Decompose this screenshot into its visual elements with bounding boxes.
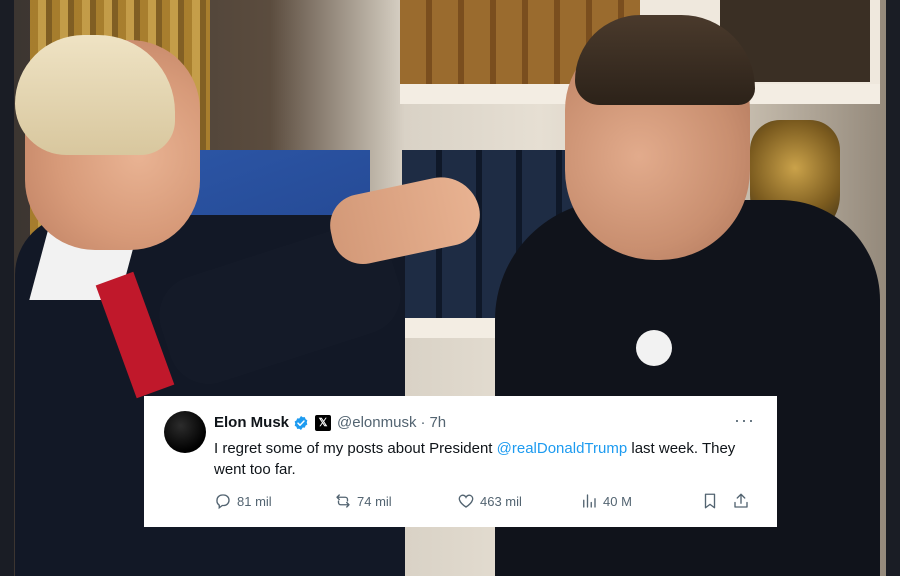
like-count: 463 mil [480,493,522,509]
display-name[interactable]: Elon Musk [214,414,289,431]
views-button[interactable]: 40 M [580,492,632,510]
repost-button[interactable]: 74 mil [334,492,392,510]
reply-count: 81 mil [237,493,272,509]
views-icon [583,494,596,508]
share-icon [734,493,748,508]
meta-separator: · [420,414,426,431]
tweet-card[interactable]: Elon Musk 𝕏 @elonmusk · 7h ··· I regret … [144,396,777,527]
tweet-header: Elon Musk 𝕏 @elonmusk · 7h [214,414,446,431]
frame-right-edge [886,0,900,576]
more-options-icon[interactable]: ··· [734,410,755,431]
timestamp[interactable]: 7h [429,414,446,431]
repost-icon [336,494,350,508]
bookmark-icon [704,493,716,509]
bookmark-button[interactable] [701,492,719,510]
x-logo-icon: 𝕏 [315,414,332,431]
right-person-pendant [636,330,672,366]
handle[interactable]: @elonmusk [337,414,416,431]
frame-left-edge [0,0,14,576]
like-button[interactable]: 463 mil [457,492,522,510]
verified-badge-icon [294,415,308,430]
mention-link[interactable]: @realDonaldTrump [497,440,628,457]
reply-button[interactable]: 81 mil [214,492,272,510]
share-button[interactable] [732,492,750,510]
reply-icon [216,494,230,510]
repost-count: 74 mil [357,493,392,509]
tweet-text-part-1: I regret some of my posts about Presiden… [214,440,497,457]
views-count: 40 M [603,493,632,509]
avatar[interactable] [164,411,206,453]
tweet-text: I regret some of my posts about Presiden… [214,438,754,480]
tweet-actions: 81 mil 74 mil 463 mil 40 M [214,492,754,514]
heart-icon [458,494,474,508]
